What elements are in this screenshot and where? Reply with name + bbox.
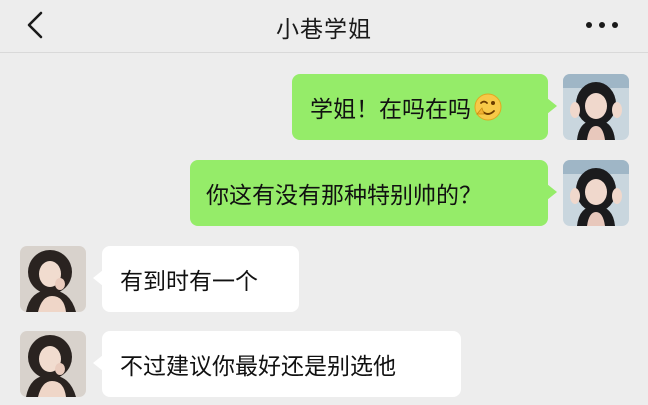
avatar-self[interactable] — [563, 160, 629, 226]
more-dots-icon — [586, 22, 618, 28]
message-text: 有到时有一个 — [120, 269, 258, 295]
message-text: 不过建议你最好还是别选他 — [120, 354, 396, 380]
message-text: 你这有没有那种特别帅的？ — [206, 183, 482, 209]
message-bubble-received[interactable]: 不过建议你最好还是别选他 — [93, 331, 461, 397]
avatar-contact[interactable] — [20, 246, 86, 312]
avatar-contact[interactable] — [20, 331, 86, 397]
message-bubble-sent[interactable]: 学姐！在吗在吗 — [292, 74, 557, 140]
wink-emoji-icon — [474, 93, 502, 121]
chat-screen: 小巷学姐 学姐！在吗在吗 你这有没有那种特别帅的？ 有到时有一个 不过建议你最好… — [0, 0, 648, 405]
avatar-self[interactable] — [563, 74, 629, 140]
message-bubble-sent[interactable]: 你这有没有那种特别帅的？ — [190, 160, 557, 226]
chat-title: 小巷学姐 — [276, 17, 372, 43]
message-text: 学姐！在吗在吗 — [310, 97, 471, 123]
chat-header: 小巷学姐 — [0, 0, 648, 53]
more-options-button[interactable] — [578, 8, 626, 42]
message-bubble-received[interactable]: 有到时有一个 — [93, 246, 299, 312]
